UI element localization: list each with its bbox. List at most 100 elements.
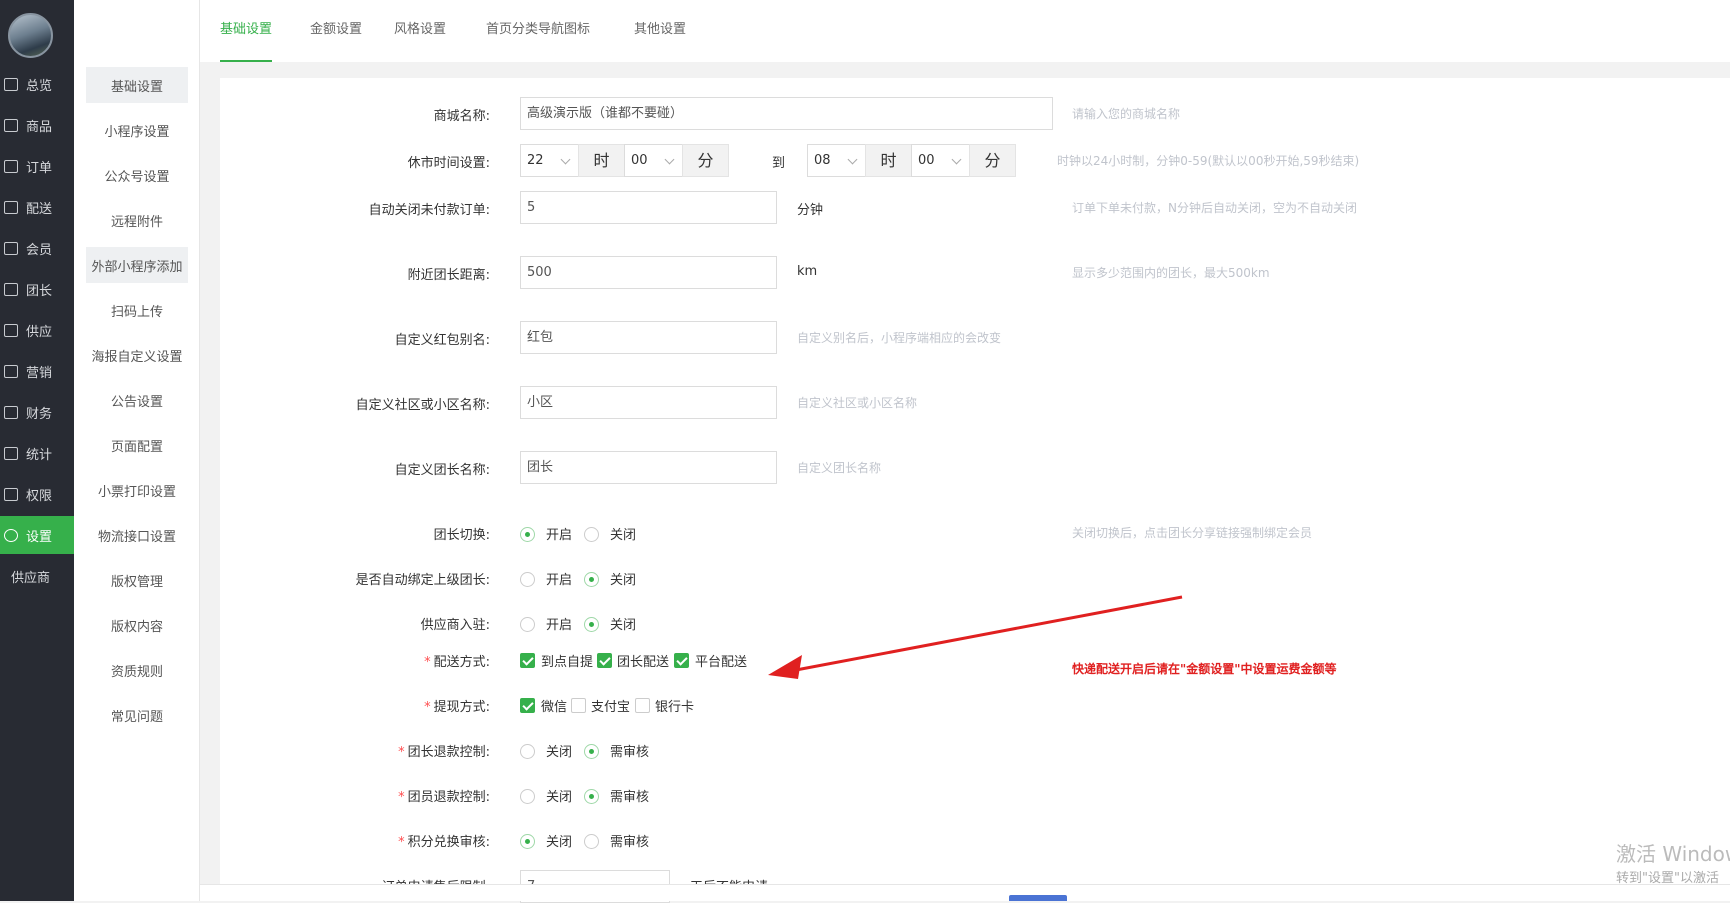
leader-refund-review-radio[interactable] [584,744,599,759]
save-button[interactable] [1009,895,1067,901]
sub-item-external-miniprogram[interactable]: 外部小程序添加 [86,247,188,283]
delivery-leader-text: 团长配送 [617,655,670,670]
nav-item-orders[interactable]: 订单 [0,147,74,185]
delivery-leader-checkbox[interactable] [597,653,612,668]
member-refund-review-radio[interactable] [584,789,599,804]
windows-activation-watermark: 激活 Window [1616,842,1730,866]
points-review-review-radio[interactable] [584,834,599,849]
red-packet-alias-hint: 自定义别名后，小程序端相应的会改变 [797,331,1002,345]
leader-distance-input[interactable]: 500 [520,256,777,289]
shop-name-label: 商城名称: [433,109,490,124]
end-min-select[interactable]: 00 [911,144,970,177]
sub-sidebar: 基础设置 小程序设置 公众号设置 远程附件 外部小程序添加 扫码上传 海报自定义… [74,0,200,901]
supplier-join-on-radio[interactable] [520,617,535,632]
yen-icon [4,405,18,419]
end-hour-select[interactable]: 08 [807,144,866,177]
delivery-pickup-checkbox[interactable] [520,653,535,668]
leader-switch-on-text: 开启 [546,528,573,543]
sub-item-copyright-content[interactable]: 版权内容 [86,607,188,643]
required-mark: * [424,700,431,715]
auto-close-unit: 分钟 [797,203,824,218]
nav-item-overview[interactable]: 总览 [0,65,74,103]
leader-refund-off-radio[interactable] [520,744,535,759]
supplier-join-off-text: 关闭 [610,618,637,633]
nav-item-finance[interactable]: 财务 [0,393,74,431]
auto-bind-off-radio[interactable] [584,572,599,587]
avatar[interactable] [8,13,53,58]
withdraw-bank-checkbox[interactable] [635,698,650,713]
sub-item-logistics-api[interactable]: 物流接口设置 [86,517,188,553]
sub-item-miniprogram[interactable]: 小程序设置 [86,112,188,148]
withdraw-bank-text: 银行卡 [655,700,695,715]
tab-style[interactable]: 风格设置 [394,0,446,62]
nav-item-leaders[interactable]: 团长 [0,270,74,308]
start-hour-select[interactable]: 22 [520,144,579,177]
sub-item-remote-attachment[interactable]: 远程附件 [86,202,188,238]
auto-close-label: 自动关闭未付款订单: [368,203,490,218]
nav-item-supplier[interactable]: 供应商 [0,557,74,595]
red-packet-alias-label: 自定义红包别名: [394,333,490,348]
start-min-select[interactable]: 00 [624,144,683,177]
tab-amount[interactable]: 金额设置 [310,0,362,62]
leader-switch-off-text: 关闭 [610,528,637,543]
tab-home-nav-icons[interactable]: 首页分类导航图标 [486,0,590,62]
shop-icon [4,323,18,337]
sub-item-notice[interactable]: 公告设置 [86,382,188,418]
sub-item-faq[interactable]: 常见问题 [86,697,188,733]
gear-icon [4,528,18,542]
nav-item-supply[interactable]: 供应 [0,311,74,349]
sub-item-receipt-print[interactable]: 小票打印设置 [86,472,188,508]
sub-item-qualification[interactable]: 资质规则 [86,652,188,688]
sub-item-scan-upload[interactable]: 扫码上传 [86,292,188,328]
points-review-review-text: 需审核 [610,835,650,850]
required-mark: * [398,835,405,850]
leader-switch-on-radio[interactable] [520,527,535,542]
sub-item-basic[interactable]: 基础设置 [86,67,188,103]
withdraw-wechat-checkbox[interactable] [520,698,535,713]
sub-item-official-account[interactable]: 公众号设置 [86,157,188,193]
truck-icon [4,200,18,214]
nav-item-stats[interactable]: 统计 [0,434,74,472]
sub-item-poster[interactable]: 海报自定义设置 [86,337,188,373]
min-addon: 分 [682,144,729,177]
leader-distance-unit: km [797,264,818,279]
leader-alias-label: 自定义团长名称: [394,463,490,478]
gift-icon [4,364,18,378]
member-refund-label: * 团员退款控制: [398,790,490,805]
red-packet-alias-input[interactable]: 红包 [520,321,777,354]
hour-addon-end: 时 [865,144,912,177]
nav-item-members[interactable]: 会员 [0,229,74,267]
shop-name-input[interactable]: 高级演示版（谁都不要碰） [520,97,1053,130]
tab-basic[interactable]: 基础设置 [220,0,273,62]
leader-alias-input[interactable]: 团长 [520,451,777,484]
leader-switch-off-radio[interactable] [584,527,599,542]
auto-close-input[interactable]: 5 [520,191,777,224]
sub-item-copyright[interactable]: 版权管理 [86,562,188,598]
required-mark: * [398,745,405,760]
leader-distance-label: 附近团长距离: [407,268,490,283]
sub-item-page-config[interactable]: 页面配置 [86,427,188,463]
auto-bind-on-radio[interactable] [520,572,535,587]
nav-item-settings[interactable]: 设置 [0,516,74,554]
order-icon [4,159,18,173]
close-time-label: 休市时间设置: [407,156,490,171]
tab-other[interactable]: 其他设置 [634,0,686,62]
community-alias-input[interactable]: 小区 [520,386,777,419]
nav-item-permission[interactable]: 权限 [0,475,74,513]
auto-bind-label: 是否自动绑定上级团长: [355,573,490,588]
nav-item-marketing[interactable]: 营销 [0,352,74,390]
supplier-join-off-radio[interactable] [584,617,599,632]
member-refund-off-text: 关闭 [546,790,573,805]
red-arrow-annotation [768,595,1183,679]
auto-bind-off-text: 关闭 [610,573,637,588]
points-review-off-radio[interactable] [520,834,535,849]
delivery-platform-checkbox[interactable] [674,653,689,668]
required-mark: * [424,655,431,670]
chevron-down-icon [560,154,571,165]
arrow-head [768,655,802,679]
nav-item-delivery[interactable]: 配送 [0,188,74,226]
nav-item-goods[interactable]: 商品 [0,106,74,144]
withdraw-alipay-checkbox[interactable] [571,698,586,713]
hour-addon: 时 [578,144,625,177]
member-refund-off-radio[interactable] [520,789,535,804]
